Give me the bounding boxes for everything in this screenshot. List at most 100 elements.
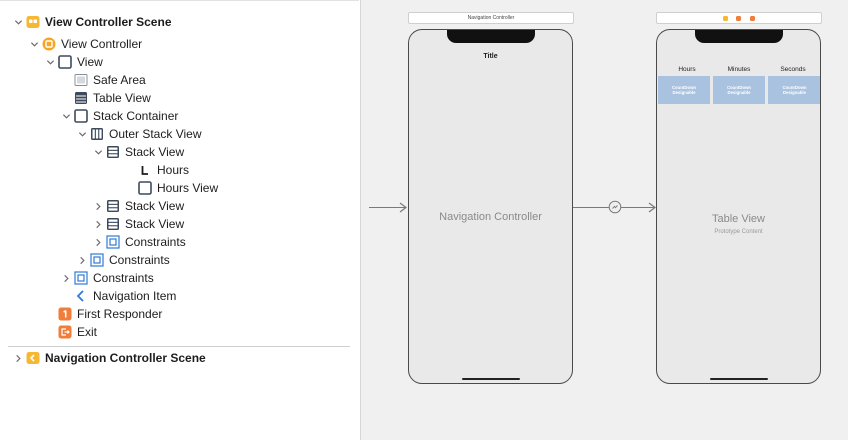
disclosure-closed-icon[interactable] [76,251,88,269]
outline-row-label: Hours View [157,181,219,195]
outline-row-label: View Controller Scene [45,15,172,29]
outline-row-label: First Responder [77,307,163,321]
exit-dock-icon[interactable] [750,15,755,21]
minutes-header[interactable]: Minutes [714,66,764,73]
storyboard-canvas[interactable]: Navigation Controller Navigation Control… [360,0,848,440]
segue-relationship-icon[interactable] [608,200,622,214]
document-outline: View Controller Scene View Controller View… [0,0,359,440]
view-controller-device[interactable]: Hours Minutes Seconds CountDown Designab… [656,29,821,384]
outline-row-label: Constraints [109,253,170,267]
outline-row-table-view[interactable]: Table View [60,89,151,107]
outline-row-label: Constraints [125,235,186,249]
outline-row-hours[interactable]: Hours [124,161,189,179]
seconds-header[interactable]: Seconds [767,66,819,73]
constraints-icon [74,271,88,285]
disclosure-closed-icon[interactable] [60,269,72,287]
outline-row-label: Table View [93,91,151,105]
segue-arrow-head-icon [648,202,656,213]
first-responder-icon [58,307,72,321]
table-view-icon [74,91,88,105]
outline-row-view-controller-scene[interactable]: View Controller Scene [12,13,172,31]
navigation-bar-title[interactable]: Title [408,53,573,60]
nav-scene-icon [26,351,40,365]
first-responder-dock-icon[interactable] [736,15,741,21]
disclosure-open-icon[interactable] [28,35,40,53]
outline-row-label: Stack View [125,217,185,231]
scene-separator [8,346,350,347]
outline-row-view[interactable]: View [44,53,103,71]
outline-row-stack-container[interactable]: Stack Container [60,107,178,125]
nav-scene-bar-title: Navigation Controller [467,15,515,21]
vertical-stack-icon [106,199,120,213]
outline-row-label: Stack View [125,199,185,213]
outline-row-constraints[interactable]: Constraints [60,269,154,287]
view-icon [74,109,88,123]
disclosure-open-icon[interactable] [44,53,56,71]
outline-row-view-controller[interactable]: View Controller [28,35,142,53]
minutes-countdown-view[interactable]: CountDown Designable [713,76,765,104]
outline-row-hours-view[interactable]: Hours View [124,179,218,197]
outline-row-constraints[interactable]: Constraints [92,233,186,251]
outline-row-label: Navigation Item [93,289,177,303]
horizontal-stack-icon [90,127,104,141]
disclosure-open-icon[interactable] [12,13,24,31]
outline-row-label: Stack Container [93,109,179,123]
outline-row-label: Stack View [125,145,185,159]
initial-arrow-head-icon [399,202,407,213]
table-view-label[interactable]: Table View [657,213,820,225]
outline-row-label: Exit [77,325,98,339]
view-controller-icon [42,37,56,51]
view-controller-scene-bar[interactable] [656,12,822,24]
outline-row-label: View Controller [61,37,143,51]
safe-area-icon [74,73,88,87]
outline-row-first-responder[interactable]: First Responder [44,305,162,323]
outline-row-stack-view[interactable]: Stack View [92,215,184,233]
navigation-item-icon [74,289,88,303]
navigation-controller-device[interactable]: Navigation Controller [408,29,573,384]
disclosure-open-icon[interactable] [60,107,72,125]
disclosure-closed-icon[interactable] [92,215,104,233]
outline-row-navigation-controller-scene[interactable]: Navigation Controller Scene [12,349,206,367]
outline-row-label: Navigation Controller Scene [45,351,206,365]
disclosure-closed-icon[interactable] [92,233,104,251]
outline-row-stack-view[interactable]: Stack View [92,143,184,161]
device-notch [694,30,783,43]
outline-row-constraints[interactable]: Constraints [76,251,170,269]
seconds-countdown-view[interactable]: CountDown Designable [768,76,820,104]
home-indicator [461,378,520,380]
outline-row-safe-area[interactable]: Safe Area [60,71,146,89]
view-icon [58,55,72,69]
hours-header[interactable]: Hours [662,66,712,73]
outline-row-label: Safe Area [93,73,146,87]
device-notch [446,30,535,43]
outline-row-outer-stack-view[interactable]: Outer Stack View [76,125,201,143]
view-controller-dock-icon[interactable] [723,15,728,21]
outline-row-label: View [77,55,103,69]
outline-row-label: Outer Stack View [109,127,202,141]
disclosure-closed-icon[interactable] [12,349,24,367]
vertical-stack-icon [106,145,120,159]
outline-row-stack-view[interactable]: Stack View [92,197,184,215]
outline-row-exit[interactable]: Exit [44,323,97,341]
prototype-content-label: Prototype Content [714,229,763,235]
constraints-icon [106,235,120,249]
outline-row-navigation-item[interactable]: Navigation Item [60,287,176,305]
outline-row-label: Hours [157,163,190,177]
disclosure-open-icon[interactable] [92,143,104,161]
nav-controller-label: Navigation Controller [439,211,542,223]
disclosure-closed-icon[interactable] [92,197,104,215]
disclosure-open-icon[interactable] [76,125,88,143]
hours-countdown-view[interactable]: CountDown Designable [658,76,710,104]
scene-icon [26,15,40,29]
constraints-icon [90,253,104,267]
home-indicator [709,378,768,380]
navigation-controller-scene-bar[interactable]: Navigation Controller [408,12,574,24]
view-icon [138,181,152,195]
